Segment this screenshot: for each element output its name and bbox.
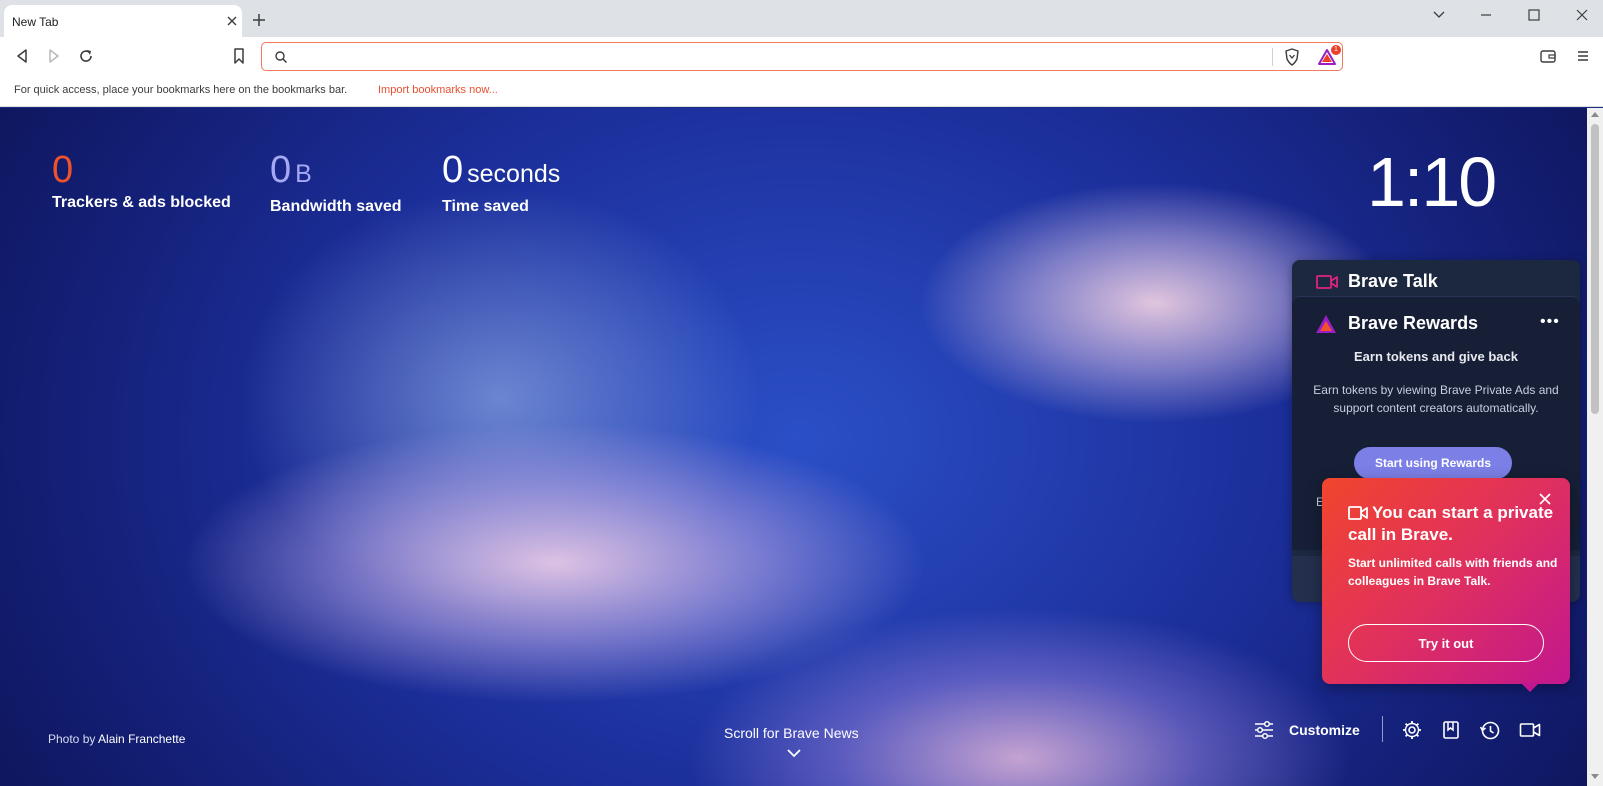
brave-shields-icon[interactable] bbox=[1282, 47, 1302, 67]
rewards-badge: 1 bbox=[1331, 45, 1341, 55]
time-unit: seconds bbox=[467, 160, 561, 188]
clock: 1:10 bbox=[1367, 143, 1497, 221]
omnibox-divider bbox=[1272, 48, 1273, 66]
menu-icon[interactable] bbox=[1573, 46, 1593, 66]
time-value: 0 bbox=[442, 149, 464, 191]
scroll-thumb[interactable] bbox=[1591, 124, 1599, 414]
toolbar: 1 bbox=[0, 37, 1603, 75]
bandwidth-unit: B bbox=[295, 160, 312, 188]
brave-rewards-logo-icon bbox=[1316, 315, 1336, 333]
bookmarks-bar: For quick access, place your bookmarks h… bbox=[0, 75, 1603, 107]
forward-icon[interactable] bbox=[44, 46, 64, 66]
close-icon[interactable] bbox=[225, 14, 239, 28]
bandwidth-label: Bandwidth saved bbox=[270, 198, 402, 215]
brave-rewards-title: Brave Rewards bbox=[1348, 313, 1479, 333]
chevron-down-icon[interactable] bbox=[786, 748, 802, 758]
rewards-heading: Earn tokens and give back bbox=[1353, 349, 1518, 364]
address-bar[interactable]: 1 bbox=[261, 42, 1343, 71]
minimize-icon[interactable] bbox=[1476, 7, 1496, 23]
plus-icon[interactable] bbox=[252, 13, 266, 27]
chevron-down-icon[interactable] bbox=[1429, 7, 1449, 23]
bookmarks-hint: For quick access, place your bookmarks h… bbox=[14, 84, 348, 96]
brave-talk-popup: You can start a private call in Brave. S… bbox=[1322, 478, 1570, 684]
scroll-for-news[interactable]: Scroll for Brave News bbox=[724, 725, 859, 741]
bookmarks-icon[interactable] bbox=[1440, 719, 1462, 741]
popup-body: Start unlimited calls with friends and c… bbox=[1348, 556, 1558, 588]
try-it-out-button[interactable]: Try it out bbox=[1348, 624, 1544, 662]
tab-title: New Tab bbox=[12, 15, 59, 29]
gear-icon[interactable] bbox=[1401, 719, 1423, 741]
import-bookmarks-link[interactable]: Import bookmarks now... bbox=[378, 84, 498, 96]
popup-pointer bbox=[1520, 682, 1540, 692]
stat-bandwidth: 0B Bandwidth saved bbox=[270, 148, 402, 216]
more-options-icon[interactable]: ••• bbox=[1540, 313, 1560, 331]
window-close-icon[interactable] bbox=[1572, 7, 1592, 23]
toolbar-divider bbox=[1382, 716, 1383, 742]
photo-credit[interactable]: Photo by Alain Franchette bbox=[48, 732, 185, 746]
new-tab-page: 0 Trackers & ads blocked 0B Bandwidth sa… bbox=[0, 108, 1587, 786]
trackers-label: Trackers & ads blocked bbox=[52, 194, 231, 211]
bookmark-icon[interactable] bbox=[229, 46, 249, 66]
title-bar: New Tab bbox=[0, 0, 1603, 37]
start-rewards-button[interactable]: Start using Rewards bbox=[1354, 447, 1512, 479]
scroll-down-arrow[interactable] bbox=[1591, 774, 1599, 779]
video-camera-icon bbox=[1316, 275, 1338, 289]
photo-credit-name: Alain Franchette bbox=[98, 732, 186, 746]
bandwidth-value: 0 bbox=[270, 149, 292, 191]
brave-talk-title: Brave Talk bbox=[1348, 271, 1438, 291]
popup-title: You can start a private call in Brave. bbox=[1348, 503, 1554, 544]
wallet-icon[interactable] bbox=[1538, 46, 1558, 66]
stat-time: 0 seconds Time saved bbox=[442, 148, 560, 216]
rewards-description: Earn tokens by viewing Brave Private Ads… bbox=[1313, 383, 1559, 415]
sliders-icon[interactable] bbox=[1253, 720, 1275, 740]
trackers-count: 0 bbox=[52, 149, 74, 191]
stat-trackers: 0 Trackers & ads blocked bbox=[52, 148, 231, 212]
search-icon bbox=[275, 51, 288, 64]
reload-icon[interactable] bbox=[76, 46, 96, 66]
history-icon[interactable] bbox=[1479, 719, 1501, 741]
vertical-scrollbar[interactable] bbox=[1587, 108, 1603, 786]
scroll-up-arrow[interactable] bbox=[1591, 112, 1599, 117]
photo-credit-prefix: Photo by bbox=[48, 732, 96, 746]
maximize-icon[interactable] bbox=[1524, 7, 1544, 23]
video-camera-icon[interactable] bbox=[1519, 719, 1541, 741]
address-input[interactable] bbox=[296, 47, 1196, 67]
back-icon[interactable] bbox=[12, 46, 32, 66]
time-label: Time saved bbox=[442, 198, 529, 215]
customize-button[interactable]: Customize bbox=[1289, 722, 1360, 738]
tab-new-tab[interactable]: New Tab bbox=[4, 5, 242, 37]
